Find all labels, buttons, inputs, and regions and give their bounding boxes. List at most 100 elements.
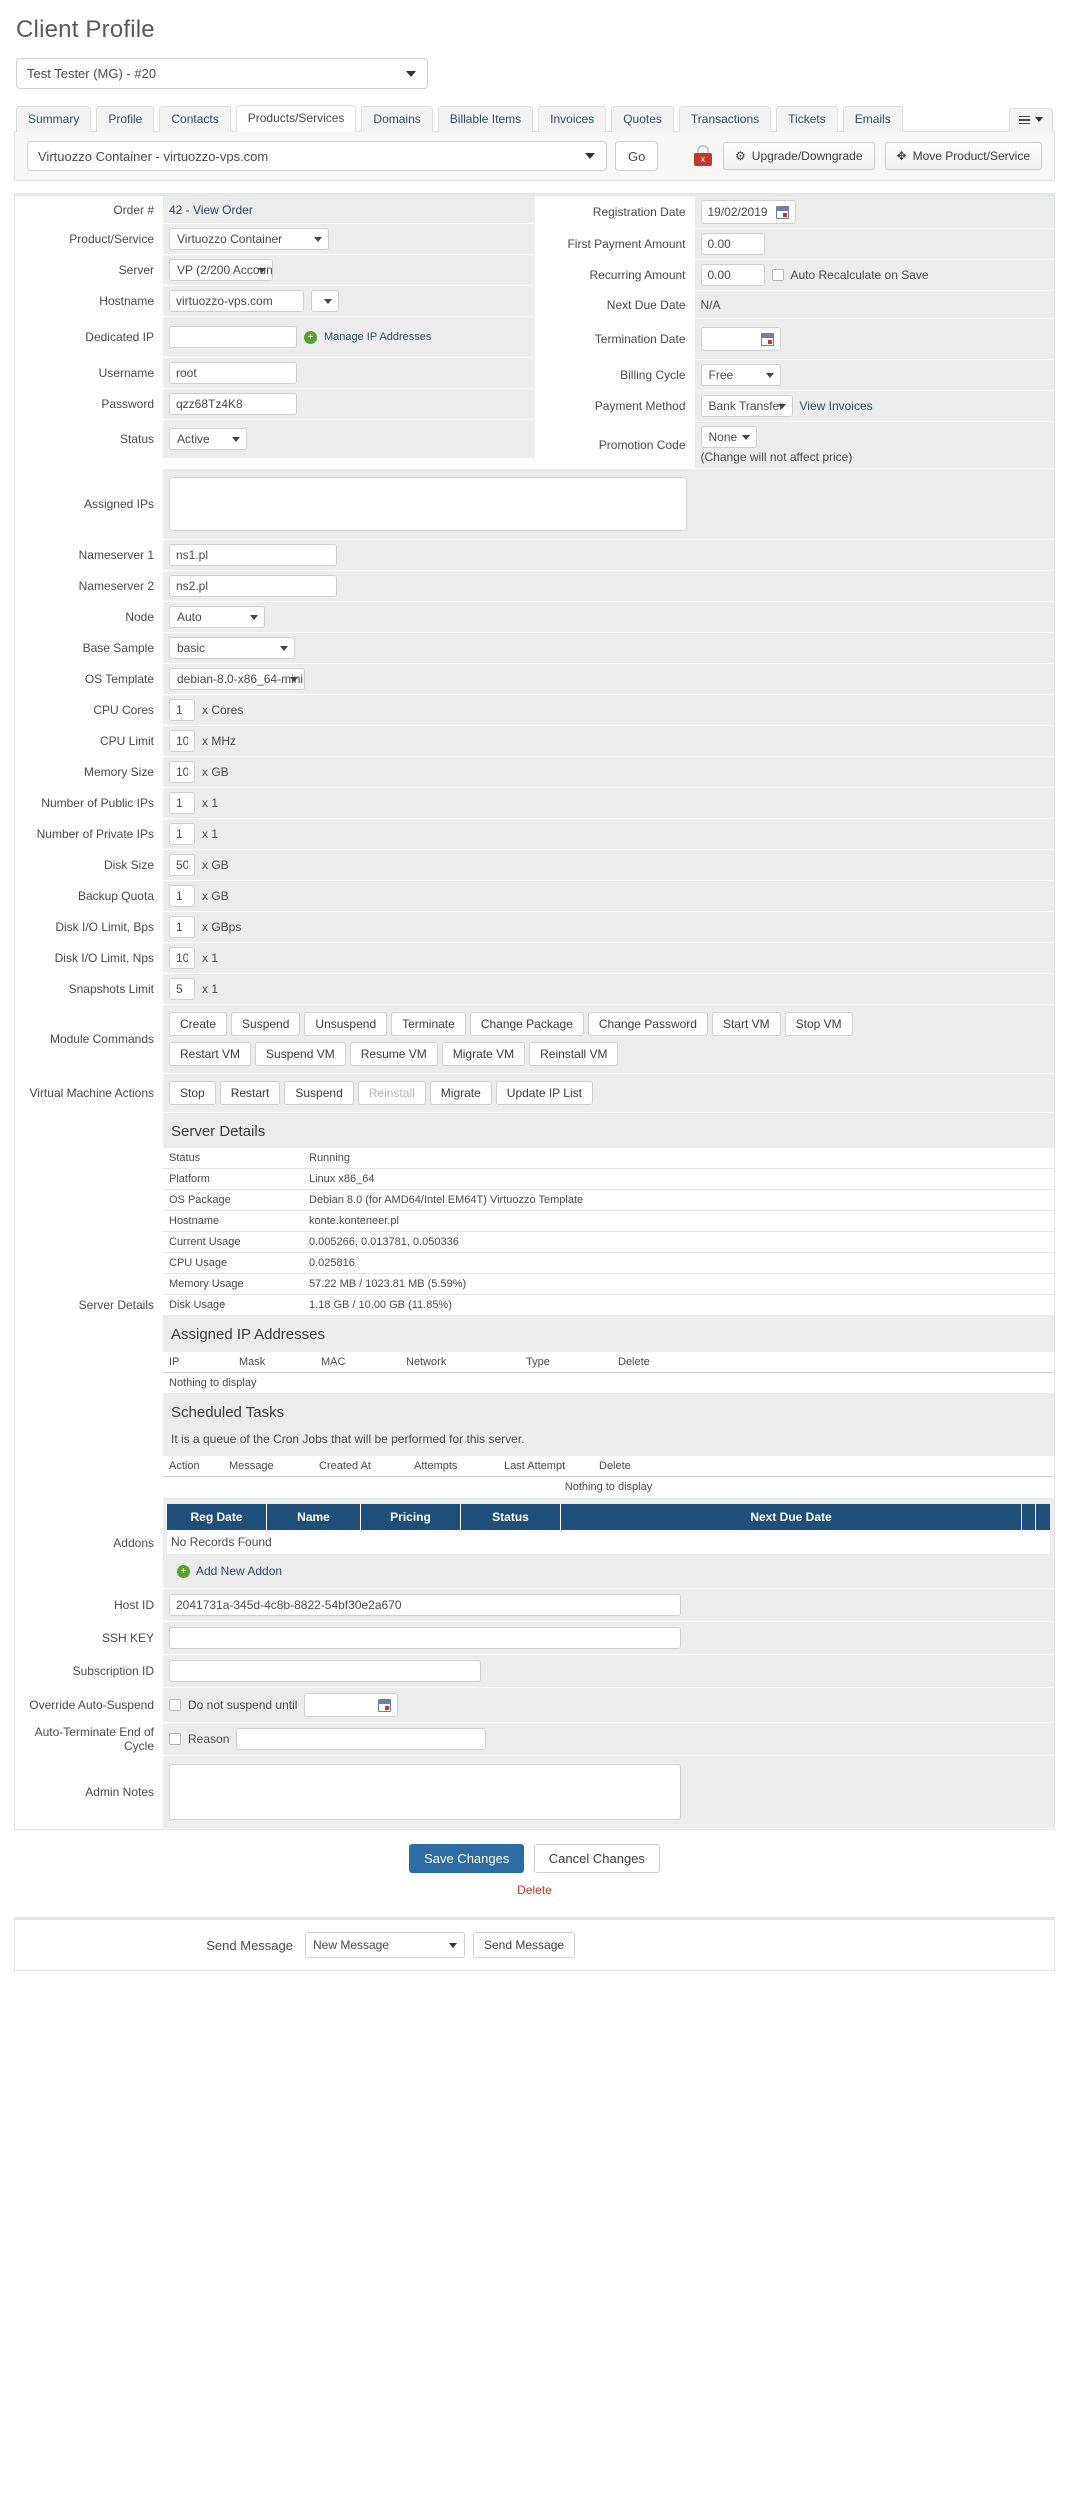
do-not-suspend-checkbox[interactable] <box>169 1699 181 1711</box>
payment-method-select[interactable]: Bank Transfer <box>700 395 793 417</box>
calendar-icon[interactable] <box>378 1698 392 1712</box>
ssh-key-input[interactable] <box>169 1627 681 1649</box>
tab-transactions[interactable]: Transactions <box>678 106 772 132</box>
vm-action-update-ip-list[interactable]: Update IP List <box>495 1081 593 1105</box>
backup-quota-input[interactable] <box>169 885 195 907</box>
cmd-start-vm[interactable]: Start VM <box>711 1012 781 1036</box>
view-invoices-link[interactable]: View Invoices <box>800 399 873 413</box>
cmd-change-password[interactable]: Change Password <box>587 1012 708 1036</box>
registration-date-input[interactable]: 19/02/2019 <box>700 200 796 224</box>
tabs-overflow-menu[interactable] <box>1009 107 1053 132</box>
sd-key: OS Package <box>163 1189 303 1211</box>
tab-summary[interactable]: Summary <box>16 106 92 132</box>
tab-emails[interactable]: Emails <box>842 106 903 132</box>
memory-size-input[interactable] <box>169 761 195 783</box>
cmd-reinstall-vm[interactable]: Reinstall VM <box>529 1042 619 1066</box>
public-ips-input[interactable] <box>169 792 195 814</box>
calendar-icon[interactable] <box>775 205 789 219</box>
cmd-stop-vm[interactable]: Stop VM <box>784 1012 853 1036</box>
admin-notes-textarea[interactable] <box>169 1764 681 1820</box>
status-select[interactable]: Active <box>169 428 247 450</box>
password-input[interactable] <box>169 393 297 415</box>
disk-size-input[interactable] <box>169 854 195 876</box>
private-ips-input[interactable] <box>169 823 195 845</box>
tab-products-services[interactable]: Products/Services <box>235 105 357 132</box>
username-input[interactable] <box>169 362 297 384</box>
tab-domains[interactable]: Domains <box>361 106 433 132</box>
table-row: Disk Usage 1.18 GB / 10.00 GB (11.85%) <box>163 1295 1054 1316</box>
auto-recalculate-checkbox[interactable] <box>771 269 784 281</box>
product-selector[interactable]: Virtuozzo Container - virtuozzo-vps.com <box>27 141 607 171</box>
table-row: OS Package Debian 8.0 (for AMD64/Intel EM… <box>163 1189 1054 1211</box>
top-fields-right: Registration Date 19/02/2019 First Payme… <box>534 196 1054 469</box>
calendar-icon[interactable] <box>760 332 774 346</box>
assigned-ips-textarea[interactable] <box>169 477 687 531</box>
base-sample-select[interactable]: basic <box>169 637 295 659</box>
product-selector-value: Virtuozzo Container - virtuozzo-vps.com <box>38 148 269 164</box>
tab-invoices[interactable]: Invoices <box>538 106 607 132</box>
cmd-suspend-vm[interactable]: Suspend VM <box>255 1042 346 1066</box>
os-template-select[interactable]: debian-8.0-x86_64-minimal <box>169 668 305 690</box>
tab-tickets[interactable]: Tickets <box>776 106 838 132</box>
auto-terminate-checkbox[interactable] <box>169 1733 181 1745</box>
tab-contacts[interactable]: Contacts <box>159 106 231 132</box>
send-message-button[interactable]: Send Message <box>473 1932 576 1958</box>
tab-profile[interactable]: Profile <box>96 106 155 132</box>
disk-io-nps-input[interactable] <box>169 947 195 969</box>
auto-terminate-reason-input[interactable] <box>236 1728 487 1750</box>
billing-cycle-select[interactable]: Free <box>700 364 781 386</box>
termination-date-input[interactable] <box>700 327 781 351</box>
nameserver2-label: Nameserver 2 <box>15 571 163 601</box>
go-button[interactable]: Go <box>615 141 659 171</box>
cmd-suspend[interactable]: Suspend <box>231 1012 301 1036</box>
nameserver2-input[interactable] <box>169 575 337 597</box>
upgrade-downgrade-label: Upgrade/Downgrade <box>751 149 863 163</box>
tab-quotes[interactable]: Quotes <box>611 106 674 132</box>
promotion-code-select[interactable]: None <box>700 426 757 448</box>
hostname-dropdown[interactable] <box>311 290 339 312</box>
subscription-id-input[interactable] <box>169 1660 481 1682</box>
cmd-migrate-vm[interactable]: Migrate VM <box>441 1042 526 1066</box>
recurring-amount-input[interactable] <box>700 264 765 286</box>
first-payment-input[interactable] <box>700 233 765 255</box>
vm-action-stop[interactable]: Stop <box>169 1081 216 1105</box>
client-selector[interactable]: Test Tester (MG) - #20 <box>16 58 428 89</box>
product-toolbar-right: x ⚙ Upgrade/Downgrade ✥ Move Product/Ser… <box>693 142 1042 170</box>
upgrade-downgrade-button[interactable]: ⚙ Upgrade/Downgrade <box>723 142 875 170</box>
cmd-unsuspend[interactable]: Unsuspend <box>304 1012 388 1036</box>
cpu-limit-input[interactable] <box>169 730 195 752</box>
nameserver1-input[interactable] <box>169 544 337 566</box>
server-select[interactable]: VP (2/200 Accounts) <box>169 259 273 281</box>
save-changes-button[interactable]: Save Changes <box>409 1844 525 1873</box>
lock-x-icon[interactable]: x <box>693 145 713 167</box>
cmd-change-package[interactable]: Change Package <box>469 1012 584 1036</box>
host-id-input[interactable] <box>169 1594 681 1616</box>
dedicated-ip-input[interactable] <box>169 326 297 348</box>
cpu-cores-input[interactable] <box>169 699 195 721</box>
message-template-select[interactable]: New Message <box>305 1932 465 1958</box>
node-select[interactable]: Auto <box>169 606 265 628</box>
sd-value: 0.005266, 0.013781, 0.050336 <box>303 1231 1054 1253</box>
delete-link[interactable]: Delete <box>14 1879 1055 1911</box>
snapshots-limit-input[interactable] <box>169 978 195 1000</box>
move-product-button[interactable]: ✥ Move Product/Service <box>884 142 1042 170</box>
add-new-addon-link[interactable]: + Add New Addon <box>167 1554 1050 1588</box>
manage-ip-link[interactable]: Manage IP Addresses <box>324 331 431 343</box>
disk-io-bps-input[interactable] <box>169 916 195 938</box>
cmd-resume-vm[interactable]: Resume VM <box>349 1042 438 1066</box>
vm-action-migrate[interactable]: Migrate <box>429 1081 492 1105</box>
cmd-create[interactable]: Create <box>169 1012 228 1036</box>
vm-action-restart[interactable]: Restart <box>219 1081 281 1105</box>
vm-action-suspend[interactable]: Suspend <box>284 1081 354 1105</box>
snapshots-limit-label: Snapshots Limit <box>15 974 163 1004</box>
order-value[interactable]: 42 - View Order <box>169 203 253 217</box>
hostname-input[interactable] <box>169 290 304 312</box>
do-not-suspend-label: Do not suspend until <box>188 1698 298 1712</box>
cancel-changes-button[interactable]: Cancel Changes <box>533 1844 660 1873</box>
product-service-select[interactable]: Virtuozzo Container <box>169 228 329 250</box>
sd-value: Linux x86_64 <box>303 1168 1054 1190</box>
cmd-terminate[interactable]: Terminate <box>391 1012 466 1036</box>
do-not-suspend-date-input[interactable] <box>304 1693 399 1717</box>
tab-billable-items[interactable]: Billable Items <box>437 106 534 132</box>
cmd-restart-vm[interactable]: Restart VM <box>169 1042 252 1066</box>
